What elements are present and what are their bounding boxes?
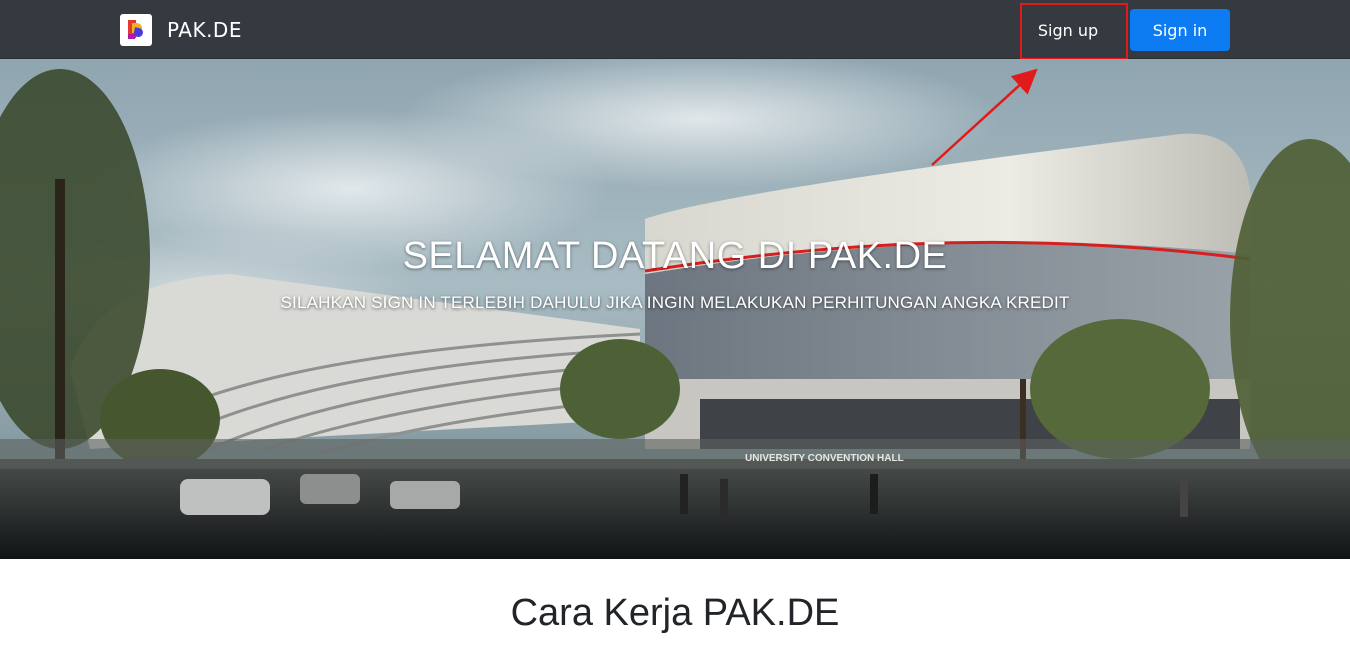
how-it-works-heading: Cara Kerja PAK.DE (510, 592, 840, 634)
convention-hall-sign: UNIVERSITY CONVENTION HALL (745, 453, 904, 464)
signup-button[interactable]: Sign up (1016, 9, 1120, 51)
signin-button[interactable]: Sign in (1130, 9, 1230, 51)
navbar: PAK.DE Sign up Sign in (0, 0, 1350, 59)
nav-actions: Sign up Sign in (1016, 9, 1230, 51)
brand-name: PAK.DE (167, 18, 242, 42)
hero-banner: UNIVERSITY CONVENTION HALL SELAMAT DATAN… (0, 59, 1350, 559)
hero-subtitle: SILAHKAN SIGN IN TERLEBIH DAHULU JIKA IN… (280, 293, 1070, 312)
hero-title: SELAMAT DATANG DI PAK.DE (402, 235, 948, 277)
brand-logo-icon (120, 14, 152, 46)
brand-link[interactable]: PAK.DE (120, 14, 242, 46)
